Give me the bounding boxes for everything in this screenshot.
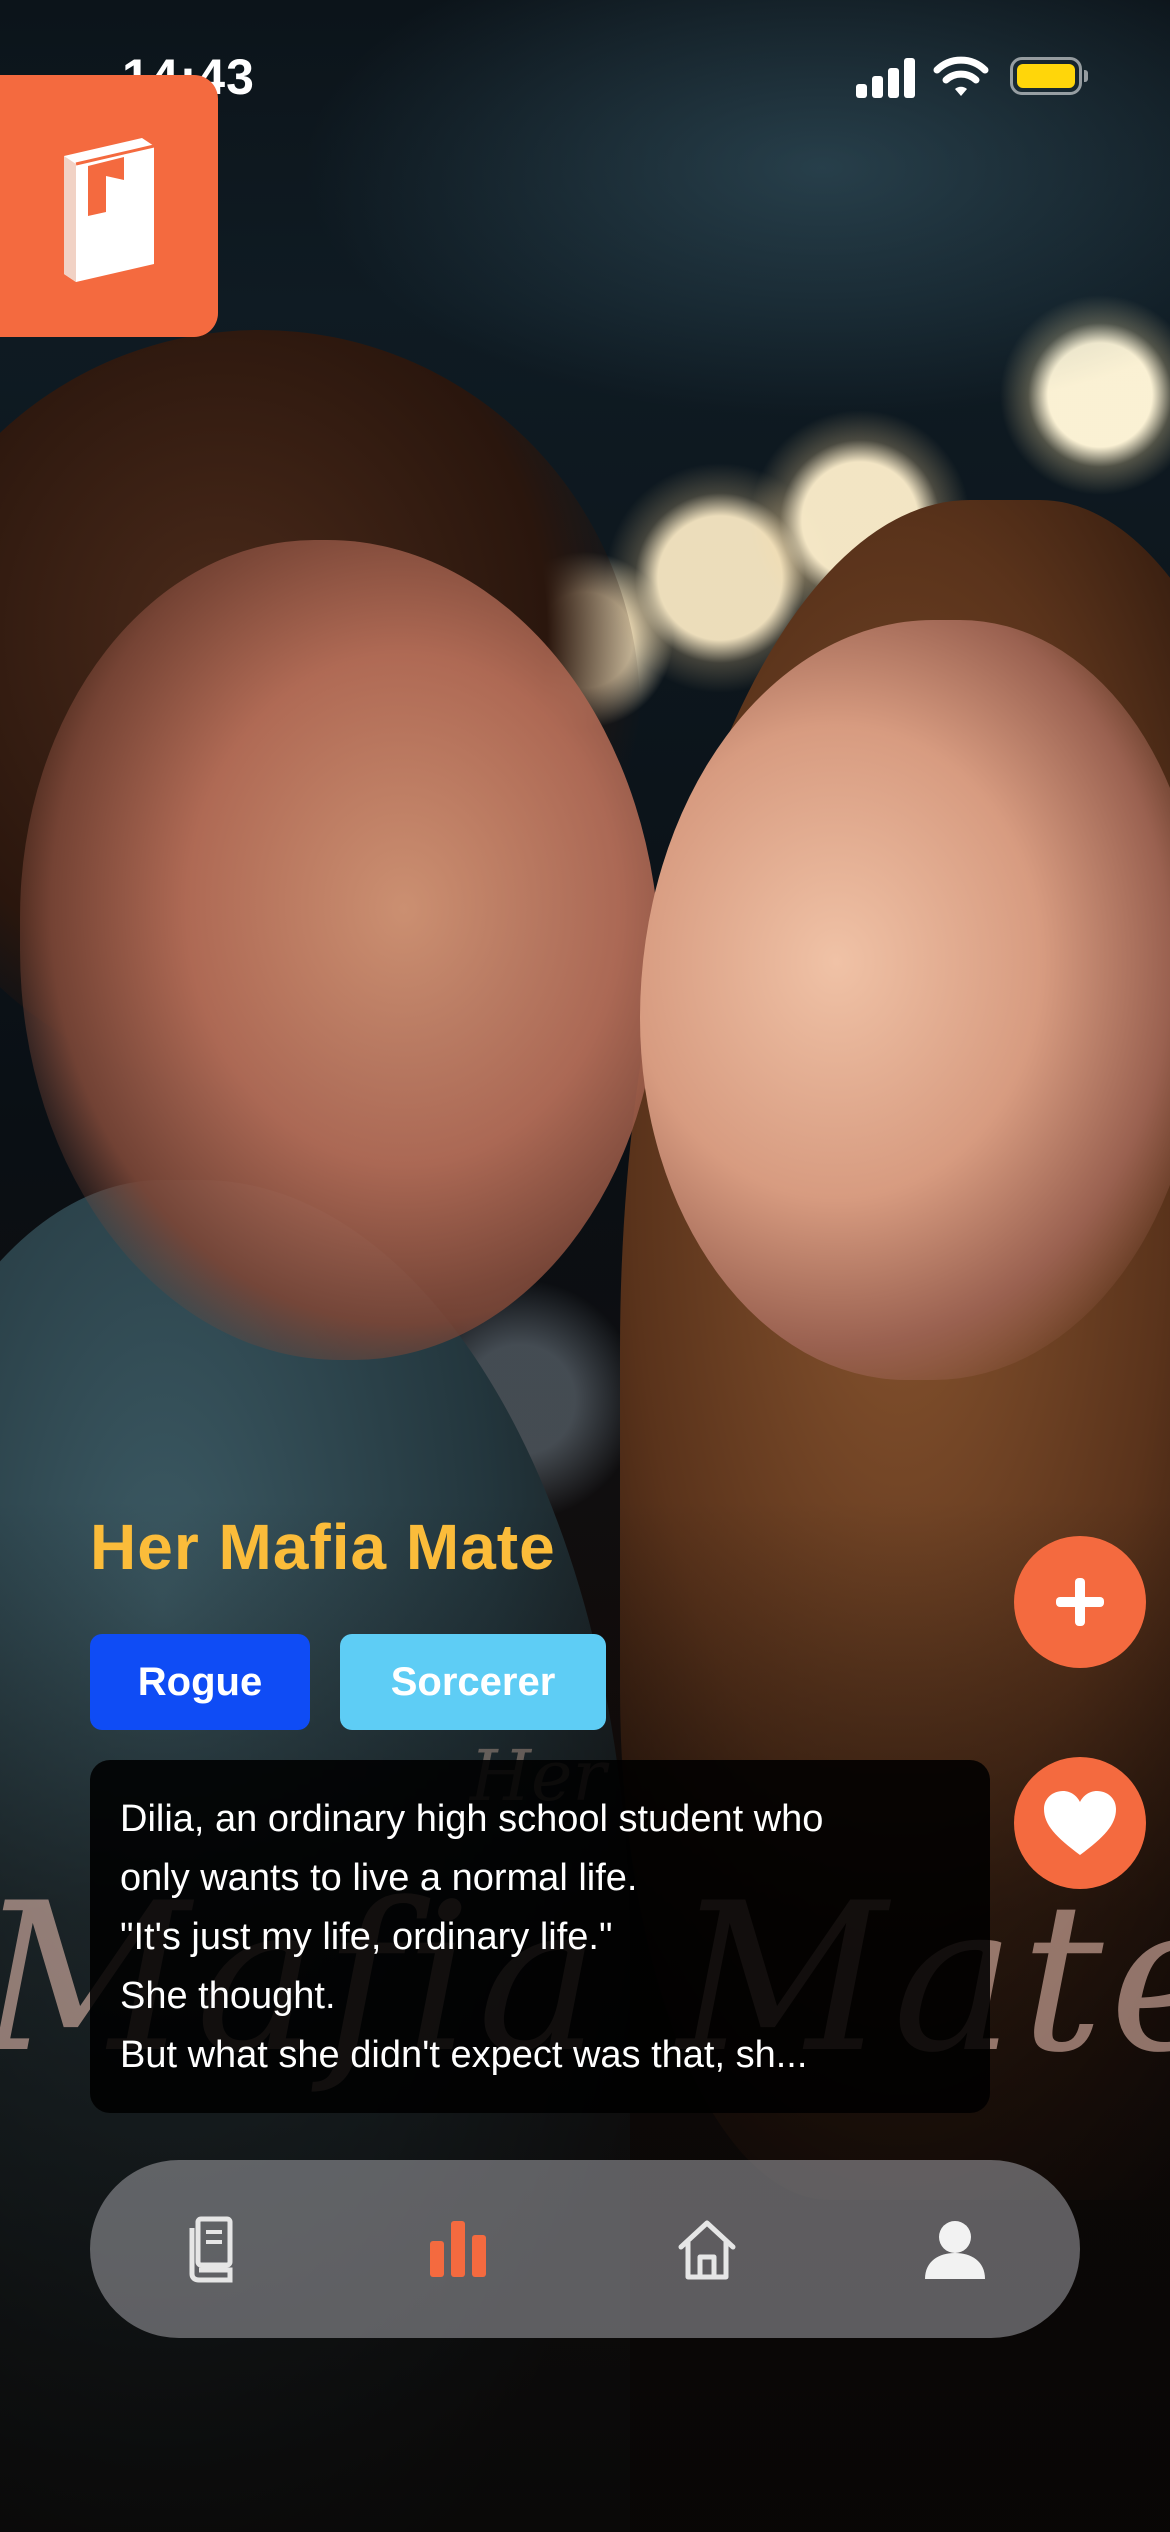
home-icon bbox=[678, 2220, 736, 2280]
bottom-nav bbox=[90, 2160, 1080, 2338]
wifi-icon bbox=[933, 56, 989, 96]
library-icon bbox=[189, 2216, 233, 2283]
profile-icon bbox=[925, 2221, 985, 2279]
nav-profile[interactable] bbox=[910, 2204, 1000, 2294]
nav-ranking[interactable] bbox=[413, 2204, 503, 2294]
book-title[interactable]: Her Mafia Mate bbox=[90, 1510, 556, 1584]
book-icon bbox=[64, 138, 155, 282]
app-logo[interactable] bbox=[0, 75, 218, 337]
chart-icon bbox=[430, 2221, 486, 2277]
like-button[interactable] bbox=[1014, 1757, 1146, 1889]
synopsis-line: "It's just my life, ordinary life." bbox=[120, 1916, 613, 1958]
plus-icon bbox=[1056, 1578, 1104, 1626]
nav-home[interactable] bbox=[662, 2204, 752, 2294]
nav-library[interactable] bbox=[167, 2204, 257, 2294]
synopsis-line: only wants to live a normal life. bbox=[120, 1857, 638, 1899]
synopsis-card[interactable]: Dilia, an ordinary high school student w… bbox=[90, 1760, 990, 2113]
cover-background: Her Mafia Mate bbox=[0, 0, 1170, 2532]
heart-icon bbox=[1044, 1791, 1116, 1855]
synopsis-line: Dilia, an ordinary high school student w… bbox=[120, 1798, 824, 1840]
battery-icon bbox=[1010, 57, 1088, 95]
tag-sorcerer[interactable]: Sorcerer bbox=[340, 1634, 606, 1730]
synopsis-line: But what she didn't expect was that, sh.… bbox=[120, 2034, 808, 2076]
signal-icon bbox=[856, 58, 916, 98]
synopsis-line: She thought. bbox=[120, 1975, 336, 2017]
add-to-library-button[interactable] bbox=[1014, 1536, 1146, 1668]
tag-rogue[interactable]: Rogue bbox=[90, 1634, 310, 1730]
